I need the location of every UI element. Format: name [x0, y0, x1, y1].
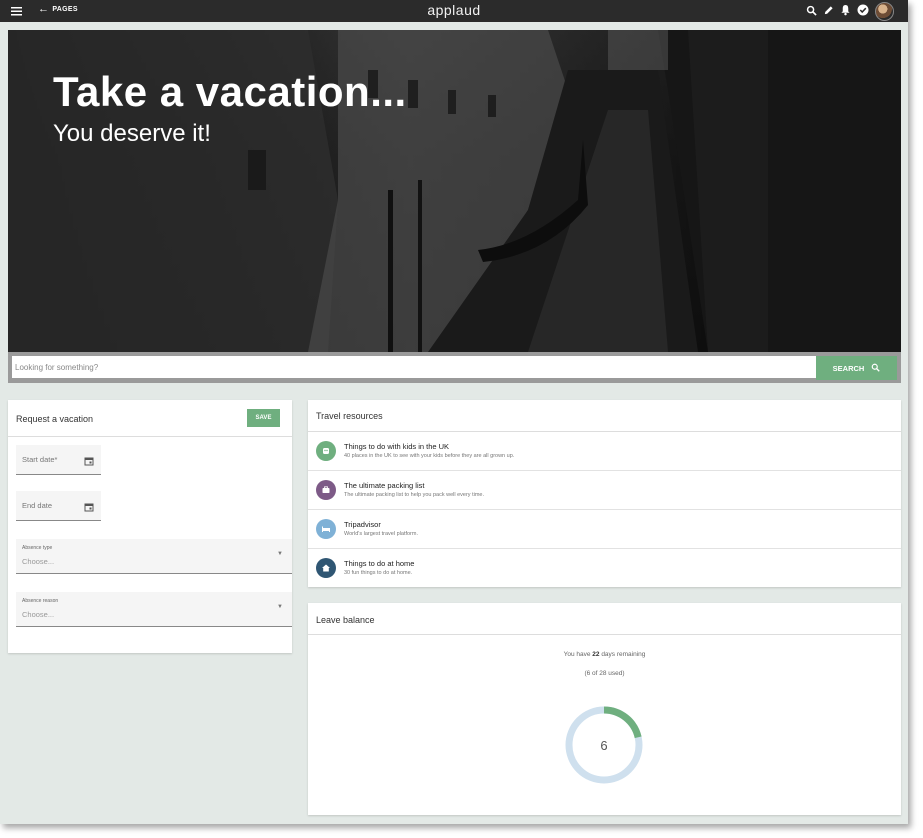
resource-description: The ultimate packing list to help you pa…	[344, 492, 485, 498]
absence-type-value: Choose...	[22, 557, 55, 566]
leave-balance-card: Leave balance You have 22 days remaining…	[308, 603, 901, 815]
bell-icon[interactable]	[840, 3, 851, 21]
brand-logo: applaud	[427, 2, 481, 18]
days-remaining-suffix: days remaining	[599, 651, 646, 658]
request-vacation-header: Request a vacation SAVE	[8, 400, 292, 437]
app-window: ← PAGES applaud Take a vacation... You d…	[0, 0, 908, 824]
home-icon	[316, 558, 336, 578]
days-used-text: (6 of 28 used)	[584, 670, 625, 677]
days-remaining-count: 22	[592, 651, 600, 658]
hero-title: Take a vacation...	[53, 68, 407, 115]
hero-banner: Take a vacation... You deserve it!	[8, 30, 901, 352]
resource-item-packing[interactable]: The ultimate packing list The ultimate p…	[308, 471, 901, 510]
resource-title: Tripadvisor	[344, 520, 381, 529]
absence-reason-label: Absence reason	[22, 598, 59, 604]
resource-item-kids[interactable]: Things to do with kids in the UK 40 plac…	[308, 432, 901, 471]
check-circle-icon[interactable]	[857, 3, 869, 21]
absence-type-label: Absence type	[22, 545, 53, 551]
resource-description: 30 fun things to do at home.	[344, 570, 413, 576]
calendar-icon[interactable]	[84, 499, 94, 517]
resource-description: 40 places in the UK to see with your kid…	[344, 453, 515, 459]
leave-balance-title: Leave balance	[316, 615, 375, 625]
absence-reason-select[interactable]: Absence reason Choose... ▼	[16, 592, 292, 627]
resource-item-home[interactable]: Things to do at home 30 fun things to do…	[308, 549, 901, 587]
resource-title: Things to do with kids in the UK	[344, 442, 450, 451]
resource-title: The ultimate packing list	[344, 481, 425, 490]
absence-type-select[interactable]: Absence type Choose... ▼	[16, 539, 292, 574]
pencil-icon[interactable]	[823, 3, 834, 21]
donut-center-value: 6	[600, 737, 608, 753]
request-vacation-title: Request a vacation	[16, 414, 94, 424]
request-vacation-card: Request a vacation SAVE Start date* End …	[8, 400, 292, 653]
absence-reason-value: Choose...	[22, 610, 55, 619]
avatar[interactable]	[875, 2, 894, 21]
chevron-down-icon: ▼	[277, 604, 283, 610]
travel-resources-title: Travel resources	[316, 411, 383, 421]
search-button[interactable]: SEARCH	[816, 356, 897, 380]
top-bar: ← PAGES applaud	[0, 0, 908, 22]
suitcase-icon	[316, 480, 336, 500]
search-input[interactable]	[12, 356, 818, 378]
days-remaining-text: You have 22 days remaining	[308, 651, 901, 658]
calendar-icon[interactable]	[84, 453, 94, 471]
search-bar: SEARCH	[8, 352, 901, 383]
resource-item-tripadvisor[interactable]: Tripadvisor World's largest travel platf…	[308, 510, 901, 549]
hero-subtitle: You deserve it!	[53, 120, 211, 147]
search-icon	[871, 363, 881, 374]
days-remaining-prefix: You have	[563, 651, 593, 658]
resource-description: World's largest travel platform.	[344, 531, 419, 537]
toolbar-icons	[806, 2, 894, 21]
travel-resources-header: Travel resources	[308, 400, 901, 432]
save-button[interactable]: SAVE	[247, 409, 280, 427]
bed-icon	[316, 519, 336, 539]
travel-resources-card: Travel resources Things to do with kids …	[308, 400, 901, 587]
end-date-label: End date	[22, 501, 53, 510]
resource-title: Things to do at home	[344, 559, 415, 568]
leave-balance-header: Leave balance	[308, 603, 901, 635]
search-button-label: SEARCH	[832, 363, 865, 373]
start-date-label: Start date*	[22, 455, 58, 464]
start-date-field[interactable]: Start date*	[16, 445, 101, 475]
kids-icon	[316, 441, 336, 461]
chevron-down-icon: ▼	[277, 551, 283, 557]
end-date-field[interactable]: End date	[16, 491, 101, 521]
search-icon[interactable]	[806, 3, 817, 21]
